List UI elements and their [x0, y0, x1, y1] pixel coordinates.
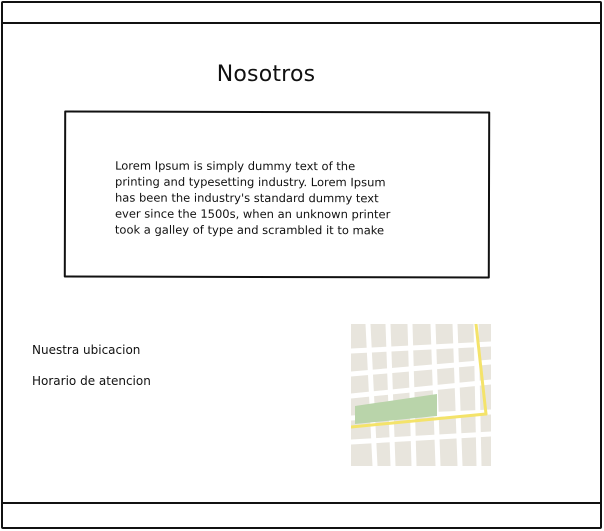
bottom-bar: [1, 502, 602, 504]
about-text: Lorem Ipsum is simply dummy text of the …: [114, 158, 391, 238]
wireframe-page: Nosotros Lorem Ipsum is simply dummy tex…: [0, 0, 604, 531]
location-label: Nuestra ubicacion: [32, 343, 141, 357]
page-title: Nosotros: [216, 62, 316, 87]
map-icon[interactable]: [351, 324, 491, 466]
top-bar: [1, 22, 602, 24]
about-box: Lorem Ipsum is simply dummy text of the …: [63, 110, 491, 279]
map-svg: [351, 324, 491, 466]
hours-label: Horario de atencion: [32, 374, 151, 388]
